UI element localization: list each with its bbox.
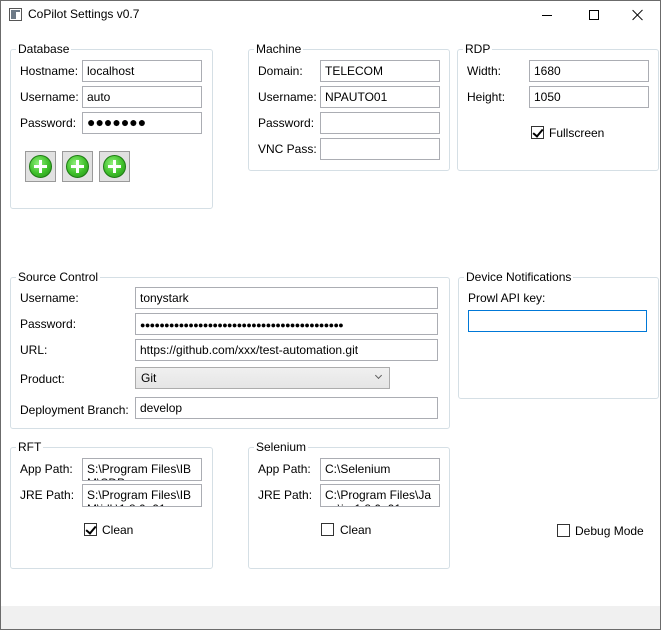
rft-jre-path-field[interactable]: S:\Program Files\IBM\jdk\1.8.0_91 [82,484,202,507]
machine-vnc-label: VNC Pass: [258,142,317,156]
app-icon [9,8,22,21]
db-username-label: Username: [20,90,79,104]
fullscreen-label[interactable]: Fullscreen [549,126,604,140]
rdp-height-label: Height: [467,90,506,104]
database-group-label: Database [16,42,72,56]
sc-branch-label: Deployment Branch: [20,403,129,417]
machine-password-field[interactable] [320,112,440,134]
add-button-1[interactable] [25,151,56,182]
machine-domain-label: Domain: [258,64,303,78]
prowl-label: Prowl API key: [468,291,546,305]
selenium-clean-checkbox[interactable] [321,523,334,536]
sc-username-field[interactable]: tonystark [135,287,438,309]
db-hostname-label: Hostname: [20,64,79,78]
machine-password-label: Password: [258,116,315,130]
machine-vnc-field[interactable] [320,138,440,160]
sc-product-select[interactable]: Git [135,367,390,389]
title-bar: CoPilot Settings v0.7 [1,1,660,29]
rft-jre-path-label: JRE Path: [20,488,75,502]
fullscreen-checkbox[interactable] [531,126,544,139]
add-button-3[interactable] [99,151,130,182]
window-title: CoPilot Settings v0.7 [28,7,140,21]
sc-branch-field[interactable]: develop [135,397,438,419]
sc-username-label: Username: [20,291,79,305]
minimize-button[interactable] [524,1,570,29]
maximize-icon [589,10,599,20]
selenium-group-label: Selenium [254,440,309,454]
add-icon [103,155,126,178]
sc-password-field[interactable]: ●●●●●●●●●●●●●●●●●●●●●●●●●●●●●●●●●●●●●●●●… [135,313,438,335]
rft-group-label: RFT [16,440,44,454]
settings-window: CoPilot Settings v0.7 Database Hostname:… [0,0,661,630]
add-icon [66,155,89,178]
machine-username-label: Username: [258,90,317,104]
minimize-icon [542,14,552,16]
rft-clean-checkbox[interactable] [84,523,97,536]
rft-clean-label[interactable]: Clean [102,523,133,537]
db-username-field[interactable]: auto [82,86,202,108]
rdp-width-field[interactable]: 1680 [529,60,649,82]
rdp-width-label: Width: [467,64,502,78]
sc-password-mask: ●●●●●●●●●●●●●●●●●●●●●●●●●●●●●●●●●●●●●●●●… [140,320,344,330]
rft-app-path-field[interactable]: S:\Program Files\IBM\SDP [82,458,202,481]
rdp-height-field[interactable]: 1050 [529,86,649,108]
sc-product-label: Product: [20,372,65,386]
debug-mode-label[interactable]: Debug Mode [575,524,644,538]
selenium-clean-label[interactable]: Clean [340,523,371,537]
notifications-group-label: Device Notifications [464,270,574,284]
machine-group-label: Machine [254,42,304,56]
selenium-jre-path-field[interactable]: C:\Program Files\Java\jre1.8.0_91 [320,484,440,507]
status-bar [1,606,660,629]
rdp-group-label: RDP [463,42,493,56]
selenium-app-path-field[interactable]: C:\Selenium [320,458,440,481]
sc-password-label: Password: [20,317,77,331]
sc-product-value: Git [141,371,157,385]
db-password-mask: ●●●●●●● [87,114,147,130]
close-icon [632,9,644,21]
sc-url-label: URL: [20,343,48,357]
rft-app-path-label: App Path: [20,462,73,476]
machine-username-field[interactable]: NPAUTO01 [320,86,440,108]
add-button-2[interactable] [62,151,93,182]
db-password-label: Password: [20,116,77,130]
source-control-group-label: Source Control [16,270,101,284]
selenium-app-path-label: App Path: [258,462,311,476]
db-password-field[interactable]: ●●●●●●● [82,112,202,134]
db-hostname-field[interactable]: localhost [82,60,202,82]
prowl-api-key-field[interactable] [468,310,647,332]
maximize-button[interactable] [571,1,617,29]
selenium-jre-path-label: JRE Path: [258,488,313,502]
debug-mode-checkbox[interactable] [557,524,570,537]
machine-domain-field[interactable]: TELECOM [320,60,440,82]
add-icon [29,155,52,178]
sc-url-field[interactable]: https://github.com/xxx/test-automation.g… [135,339,438,361]
close-button[interactable] [615,1,661,29]
chevron-down-icon [374,371,383,380]
